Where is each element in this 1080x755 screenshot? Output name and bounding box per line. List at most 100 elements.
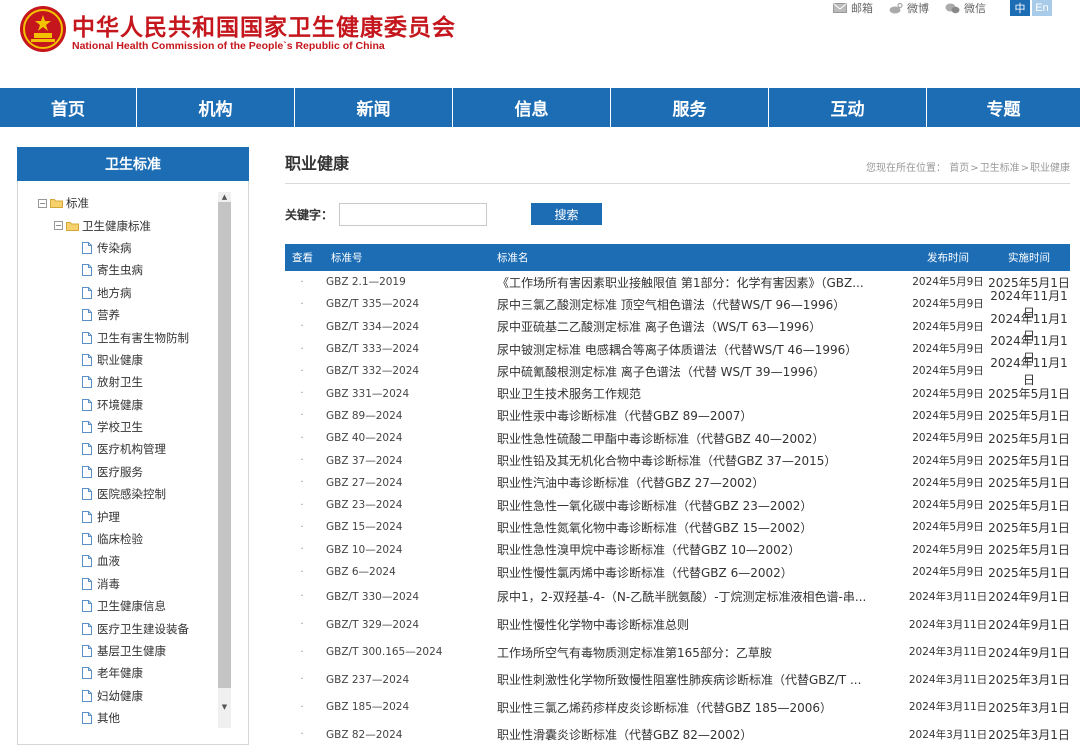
standard-name-link[interactable]: 尿中三氯乙酸测定标准 顶空气相色谱法（代替WS/T 96—1996） (496, 296, 908, 313)
tree-item[interactable]: − 卫生健康标准 (38, 214, 218, 236)
table-row[interactable]: · GBZ 89—2024 职业性汞中毒诊断标准（代替GBZ 89—2007） 202… (285, 405, 1070, 427)
nav-item-6[interactable]: 专题 (927, 88, 1080, 127)
table-row[interactable]: · GBZ 237—2024 职业性刺激性化学物所致慢性阻塞性肺疾病诊断标准（代替G… (285, 666, 1070, 694)
collapse-toggle-icon[interactable]: − (38, 198, 47, 208)
nav-item-0[interactable]: 首页 (0, 88, 137, 127)
national-emblem-icon[interactable] (18, 4, 68, 54)
tree-item[interactable]: 基层卫生健康 (38, 640, 218, 662)
tree-item[interactable]: − 标准 (38, 192, 218, 214)
standard-name-link[interactable]: 职业性急性一氧化碳中毒诊断标准（代替GBZ 23—2002） (496, 497, 908, 514)
table-row[interactable]: · GBZ 6—2024 职业性慢性氯丙烯中毒诊断标准（代替GBZ 6—2002） 2… (285, 561, 1070, 583)
scroll-thumb[interactable] (218, 202, 231, 688)
standard-name-link[interactable]: 《工作场所有害因素职业接触限值 第1部分：化学有害因素》（GBZ... (496, 274, 908, 291)
site-title[interactable]: 中华人民共和国国家卫生健康委员会 (72, 8, 456, 42)
standard-name-link[interactable]: 尿中1，2-双羟基-4-（N-乙酰半胱氨酸）-丁烷测定标准液相色谱-串... (496, 588, 908, 605)
tree-item[interactable]: 医疗服务 (38, 461, 218, 483)
tree-item[interactable]: 学校卫生 (38, 416, 218, 438)
nav-item-5[interactable]: 互动 (769, 88, 927, 127)
tree-item[interactable]: 营养 (38, 304, 218, 326)
lang-en-button[interactable]: En (1032, 0, 1052, 16)
tree-item[interactable]: 医疗机构管理 (38, 438, 218, 460)
lang-zh-button[interactable]: 中 (1010, 0, 1030, 16)
row-view-marker: · (300, 521, 304, 533)
standard-name-link[interactable]: 职业性慢性化学物中毒诊断标准总则 (496, 616, 908, 633)
standard-name-link[interactable]: 工作场所空气有毒物质测定标准第165部分：乙草胺 (496, 644, 908, 661)
table-row[interactable]: · GBZ/T 335—2024 尿中三氯乙酸测定标准 顶空气相色谱法（代替WS/T… (285, 289, 1070, 320)
standard-name-link[interactable]: 尿中铍测定标准 电感耦合等离子体质谱法（代替WS/T 46—1996） (496, 341, 908, 358)
table-row[interactable]: · GBZ 23—2024 职业性急性一氧化碳中毒诊断标准（代替GBZ 23—200… (285, 494, 1070, 516)
tree-item[interactable]: 医院感染控制 (38, 483, 218, 505)
nav-item-1[interactable]: 机构 (137, 88, 295, 127)
nav-item-4[interactable]: 服务 (611, 88, 769, 127)
table-row[interactable]: · GBZ 15—2024 职业性急性氮氧化物中毒诊断标准（代替GBZ 15—200… (285, 516, 1070, 538)
tree-item[interactable]: 卫生健康信息 (38, 595, 218, 617)
table-row[interactable]: · GBZ 82—2024 职业性滑囊炎诊断标准（代替GBZ 82—2002） 202… (285, 721, 1070, 749)
table-row[interactable]: · GBZ 27—2024 职业性汽油中毒诊断标准（代替GBZ 27—2002） 20… (285, 472, 1070, 494)
tree-item[interactable]: 护理 (38, 505, 218, 527)
scroll-down-arrow-icon[interactable]: ▼ (218, 702, 231, 712)
table-row[interactable]: · GBZ/T 332—2024 尿中硫氰酸根测定标准 离子色谱法（代替 WS/T … (285, 356, 1070, 387)
standard-name-link[interactable]: 职业性慢性氯丙烯中毒诊断标准（代替GBZ 6—2002） (496, 564, 908, 581)
publish-date: 2024年5月9日 (912, 298, 984, 311)
standard-name-link[interactable]: 职业性急性溴甲烷中毒诊断标准（代替GBZ 10—2002） (496, 541, 908, 558)
table-row[interactable]: · GBZ 2.1—2019 《工作场所有害因素职业接触限值 第1部分：化学有害因素… (285, 271, 1070, 293)
standard-name-link[interactable]: 职业性汞中毒诊断标准（代替GBZ 89—2007） (496, 407, 908, 424)
standard-name-link[interactable]: 职业卫生技术服务工作规范 (496, 385, 908, 402)
weibo-link[interactable]: 微博 (889, 0, 929, 16)
tree-item-label: 临床检验 (97, 532, 143, 547)
tree-item[interactable]: 卫生有害生物防制 (38, 326, 218, 348)
wechat-link[interactable]: 微信 (945, 0, 986, 16)
tree-item[interactable]: 血液 (38, 550, 218, 572)
standard-code: GBZ 82—2024 (326, 728, 403, 741)
tree-item[interactable]: 传染病 (38, 237, 218, 259)
tree-item[interactable]: 临床检验 (38, 528, 218, 550)
standard-name-link[interactable]: 职业性铅及其无机化合物中毒诊断标准（代替GBZ 37—2015） (496, 452, 908, 469)
tree-item[interactable]: 消毒 (38, 573, 218, 595)
table-row[interactable]: · GBZ/T 330—2024 尿中1，2-双羟基-4-（N-乙酰半胱氨酸）-丁烷… (285, 583, 1070, 611)
breadcrumb-home[interactable]: 首页 (949, 163, 969, 174)
standard-name-link[interactable]: 职业性滑囊炎诊断标准（代替GBZ 82—2002） (496, 726, 908, 743)
document-icon (82, 443, 92, 456)
table-row[interactable]: · GBZ/T 300.165—2024 工作场所空气有毒物质测定标准第165部分：… (285, 638, 1070, 666)
breadcrumb-standards[interactable]: 卫生标准 (980, 163, 1020, 174)
table-row[interactable]: · GBZ 40—2024 职业性急性硫酸二甲酯中毒诊断标准（代替GBZ 40—20… (285, 427, 1070, 449)
table-row[interactable]: · GBZ 10—2024 职业性急性溴甲烷中毒诊断标准（代替GBZ 10—2002… (285, 539, 1070, 561)
sidebar-title: 卫生标准 (17, 147, 249, 181)
table-row[interactable]: · GBZ/T 333—2024 尿中铍测定标准 电感耦合等离子体质谱法（代替WS/… (285, 334, 1070, 365)
row-view-marker: · (300, 499, 304, 511)
tree-item[interactable]: 老年健康 (38, 662, 218, 684)
keyword-input[interactable] (339, 202, 488, 226)
collapse-toggle-icon[interactable]: − (54, 221, 63, 231)
nav-item-3[interactable]: 信息 (453, 88, 611, 127)
table-row[interactable]: · GBZ 37—2024 职业性铅及其无机化合物中毒诊断标准（代替GBZ 37—2… (285, 449, 1070, 471)
tree-item[interactable]: 环境健康 (38, 394, 218, 416)
publish-date: 2024年5月9日 (912, 387, 984, 400)
tree-item[interactable]: 地方病 (38, 282, 218, 304)
scroll-up-arrow-icon[interactable]: ▲ (218, 192, 231, 202)
table-row[interactable]: · GBZ/T 329—2024 职业性慢性化学物中毒诊断标准总则 2024年3月11… (285, 611, 1070, 639)
standard-name-link[interactable]: 职业性急性硫酸二甲酯中毒诊断标准（代替GBZ 40—2002） (496, 430, 908, 447)
tree-item[interactable]: 其他 (38, 707, 218, 729)
table-row[interactable]: · GBZ/T 334—2024 尿中亚硫基二乙酸测定标准 离子色谱法（WS/T 6… (285, 312, 1070, 343)
standard-name-link[interactable]: 职业性刺激性化学物所致慢性阻塞性肺疾病诊断标准（代替GBZ/T ... (496, 671, 908, 688)
standard-name-link[interactable]: 尿中亚硫基二乙酸测定标准 离子色谱法（WS/T 63—1996） (496, 318, 908, 335)
standard-name-link[interactable]: 职业性汽油中毒诊断标准（代替GBZ 27—2002） (496, 474, 908, 491)
tree-item[interactable]: 放射卫生 (38, 371, 218, 393)
tree-scrollbar[interactable]: ▲ (218, 192, 231, 728)
standard-name-link[interactable]: 尿中硫氰酸根测定标准 离子色谱法（代替 WS/T 39—1996） (496, 363, 908, 380)
nav-item-2[interactable]: 新闻 (295, 88, 453, 127)
standard-name-link[interactable]: 职业性三氯乙烯药疹样皮炎诊断标准（代替GBZ 185—2006） (496, 699, 908, 716)
search-button[interactable]: 搜索 (531, 203, 603, 225)
weibo-link-label: 微博 (907, 2, 929, 15)
row-view-marker: · (300, 591, 304, 603)
tree-item[interactable]: 妇幼健康 (38, 685, 218, 707)
table-row[interactable]: · GBZ 331—2024 职业卫生技术服务工作规范 2024年5月9日 2025年5… (285, 382, 1070, 404)
tree-item[interactable]: 职业健康 (38, 349, 218, 371)
tree-item[interactable]: 寄生虫病 (38, 259, 218, 281)
breadcrumb-current[interactable]: 职业健康 (1030, 163, 1070, 174)
table-row[interactable]: · GBZ 185—2024 职业性三氯乙烯药疹样皮炎诊断标准（代替GBZ 185—… (285, 694, 1070, 722)
tree-item-label: 地方病 (97, 285, 132, 300)
tree-item[interactable]: 医疗卫生建设装备 (38, 617, 218, 639)
standard-name-link[interactable]: 职业性急性氮氧化物中毒诊断标准（代替GBZ 15—2002） (496, 519, 908, 536)
mail-link[interactable]: 邮箱 (833, 0, 873, 16)
